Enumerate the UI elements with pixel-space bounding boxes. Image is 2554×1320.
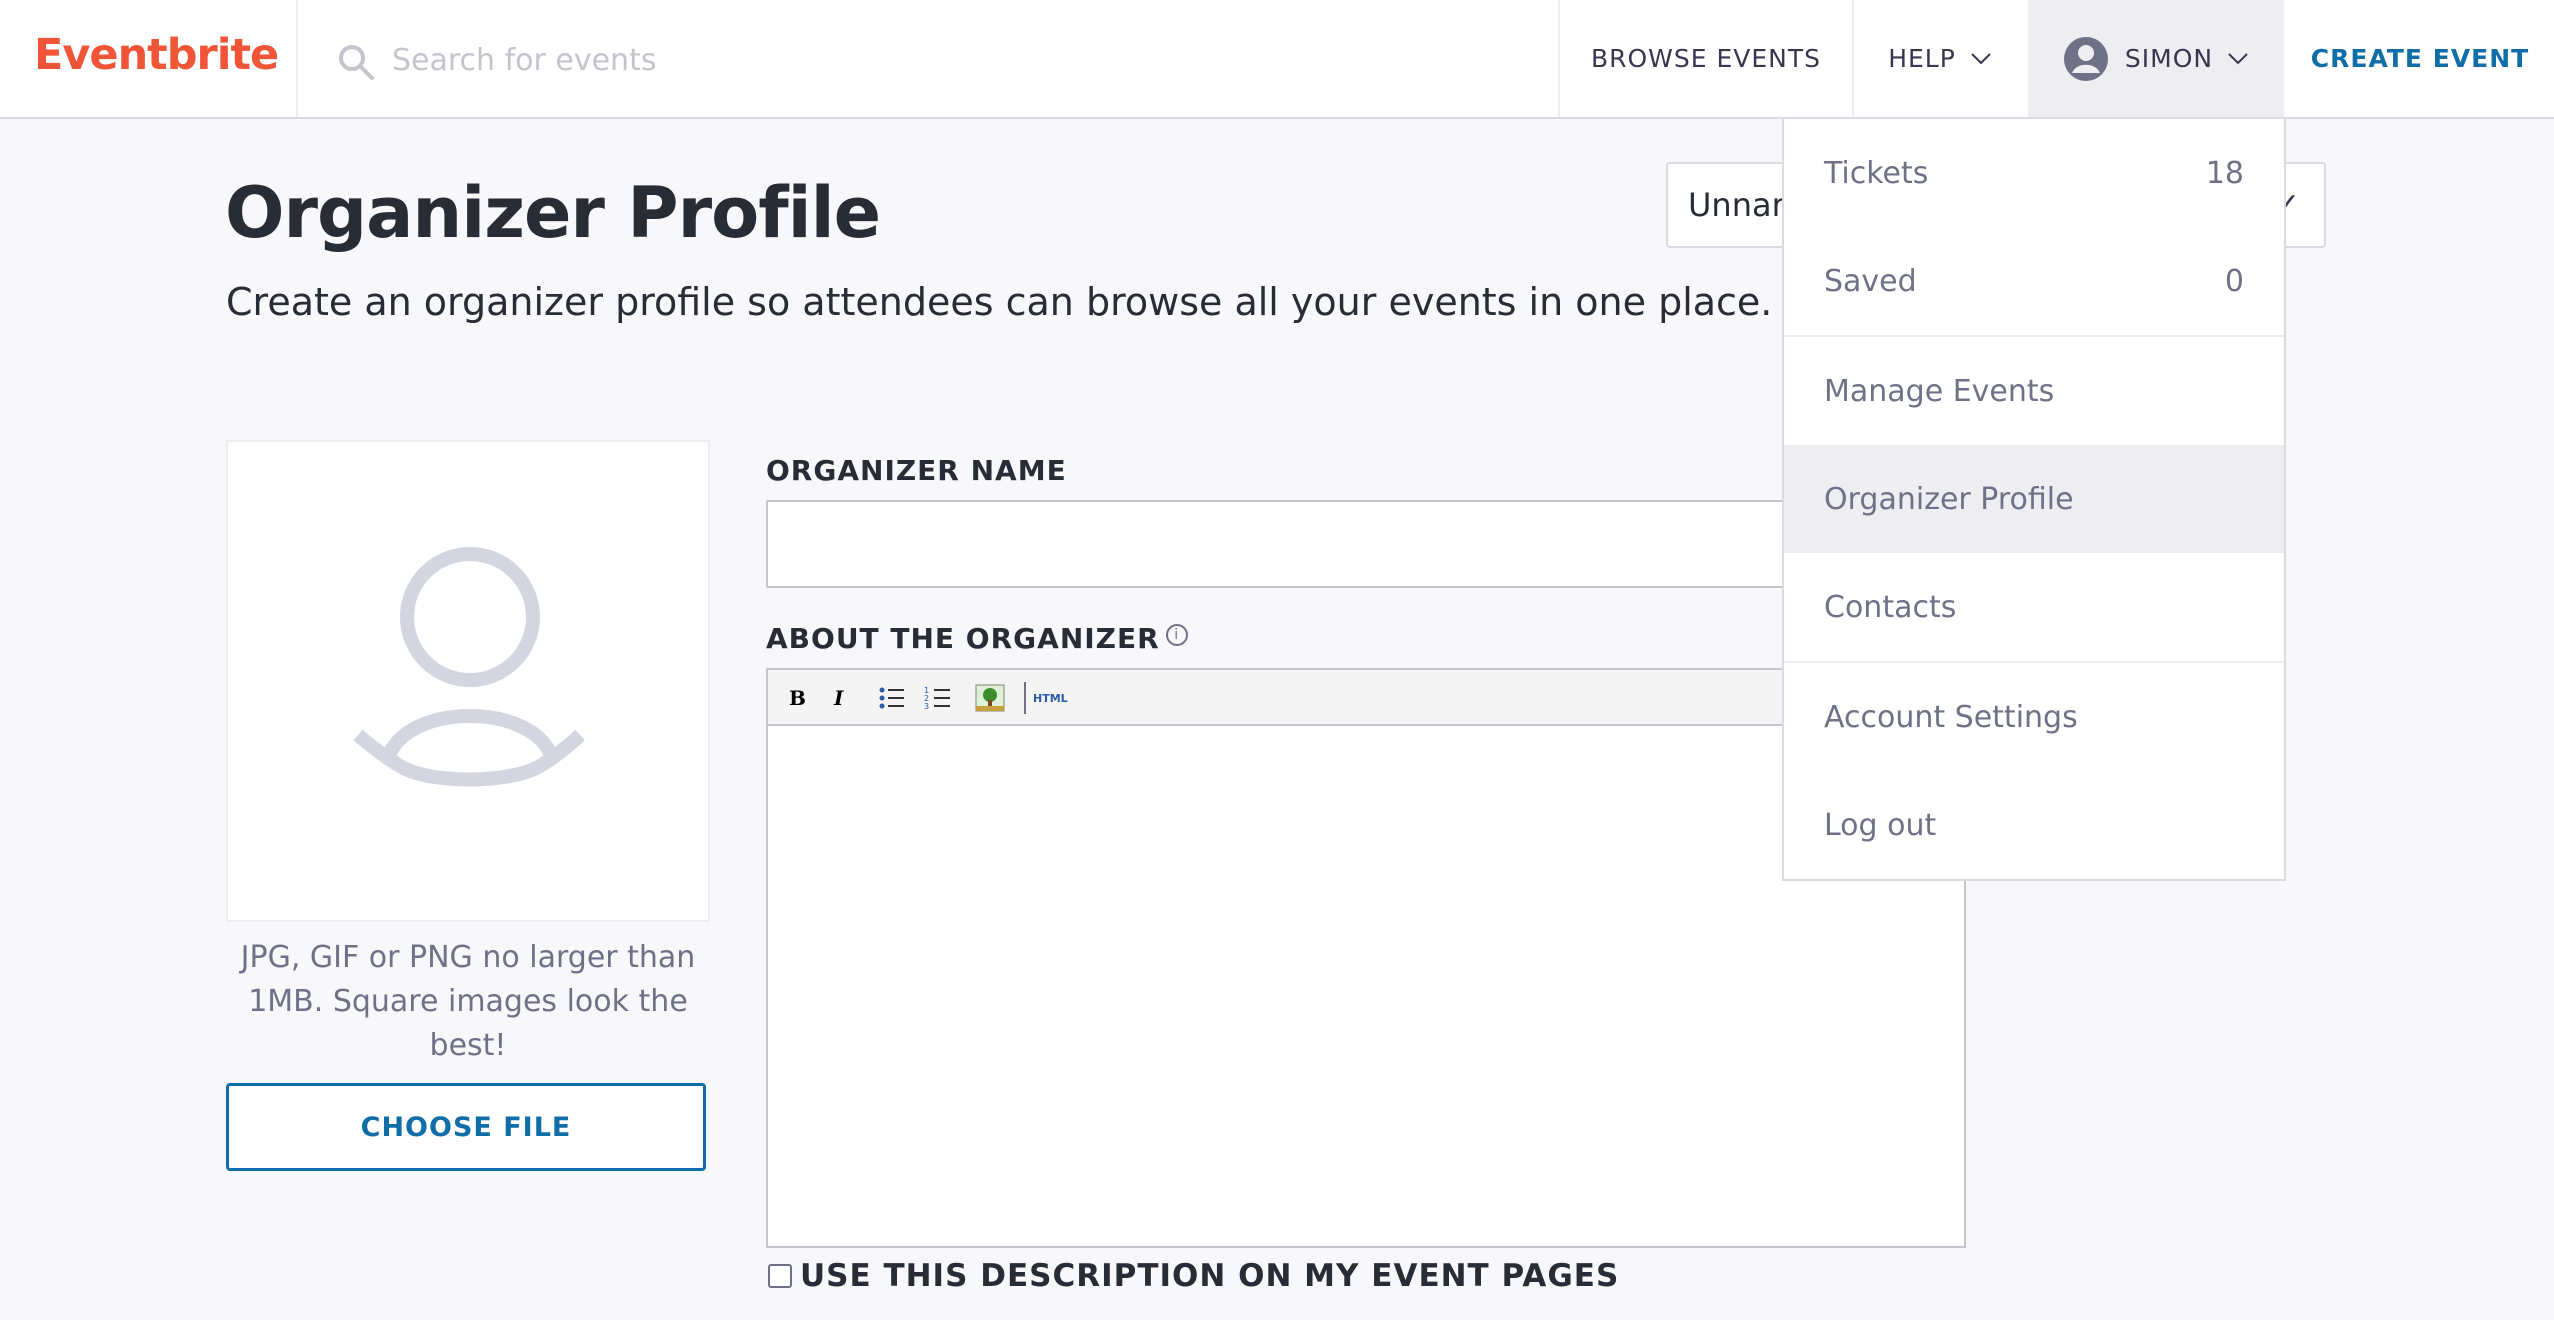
saved-count: 0: [2224, 263, 2244, 299]
user-placeholder-icon: [353, 547, 585, 787]
search-input[interactable]: [392, 30, 1492, 90]
menu-item-label: Tickets: [1824, 155, 1929, 191]
insert-image-icon[interactable]: [970, 680, 1010, 716]
html-icon[interactable]: HTML: [1032, 680, 1072, 716]
info-icon[interactable]: i: [1165, 624, 1188, 646]
browse-events-label: BROWSE EVENTS: [1590, 44, 1822, 73]
page-subtitle: Create an organizer profile so attendees…: [226, 280, 1773, 324]
image-upload-hint: JPG, GIF or PNG no larger than 1MB. Squa…: [240, 940, 696, 1063]
italic-icon[interactable]: I: [820, 680, 860, 716]
svg-text:3: 3: [924, 702, 929, 711]
user-name-label: SIMON: [2124, 44, 2214, 73]
menu-item-manage-events[interactable]: Manage Events: [1784, 337, 2284, 445]
menu-item-organizer-profile[interactable]: Organizer Profile: [1784, 445, 2284, 553]
menu-item-label: Contacts: [1824, 589, 1957, 625]
chevron-down-icon: [2228, 52, 2248, 64]
use-description-label[interactable]: USE THIS DESCRIPTION ON MY EVENT PAGES: [800, 1258, 1619, 1294]
menu-item-log-out[interactable]: Log out: [1784, 771, 2284, 879]
chevron-down-icon: [1971, 52, 1991, 64]
choose-file-button[interactable]: CHOOSE FILE: [226, 1083, 706, 1171]
menu-item-label: Manage Events: [1824, 373, 2055, 409]
tickets-count: 18: [2205, 155, 2244, 191]
organizer-name-label: ORGANIZER NAME: [766, 454, 1067, 487]
menu-item-tickets[interactable]: Tickets 18: [1784, 119, 2284, 227]
menu-item-label: Account Settings: [1824, 699, 2078, 735]
search-icon: [339, 45, 374, 80]
numbered-list-icon[interactable]: 1 2 3: [918, 680, 958, 716]
user-dropdown-menu: Tickets 18 Saved 0 Manage Events Organiz…: [1782, 119, 2286, 881]
create-event-link[interactable]: CREATE EVENT: [2286, 0, 2554, 117]
menu-item-label: Saved: [1824, 263, 1917, 299]
avatar-icon: [2063, 36, 2108, 81]
help-label: HELP: [1888, 44, 1956, 73]
top-nav-bar: Eventbrite BROWSE EVENTS HELP SIMON CREA…: [0, 0, 2554, 119]
menu-item-account-settings[interactable]: Account Settings: [1784, 663, 2284, 771]
nav-divider: [296, 0, 298, 117]
menu-item-label: Organizer Profile: [1824, 481, 2074, 517]
choose-file-label: CHOOSE FILE: [360, 1111, 572, 1143]
profile-select-value: Unnar: [1688, 186, 1785, 224]
svg-text:HTML: HTML: [1033, 692, 1068, 705]
menu-item-contacts[interactable]: Contacts: [1784, 553, 2284, 661]
svg-text:B: B: [789, 687, 806, 709]
toolbar-divider: [1024, 682, 1026, 714]
menu-item-saved[interactable]: Saved 0: [1784, 227, 2284, 335]
bold-icon[interactable]: B: [776, 680, 816, 716]
eventbrite-logo[interactable]: Eventbrite: [34, 30, 279, 80]
help-menu-button[interactable]: HELP: [1854, 0, 2026, 117]
use-description-checkbox[interactable]: [768, 1264, 792, 1288]
about-organizer-heading: ABOUT THE ORGANIZER i: [766, 622, 1188, 655]
organizer-image-placeholder[interactable]: [226, 440, 710, 922]
browse-events-link[interactable]: BROWSE EVENTS: [1560, 0, 1852, 117]
svg-text:I: I: [833, 687, 844, 709]
create-event-label: CREATE EVENT: [2310, 44, 2530, 73]
about-organizer-label: ABOUT THE ORGANIZER: [766, 622, 1160, 655]
user-menu-button[interactable]: SIMON: [2028, 0, 2284, 117]
menu-item-label: Log out: [1824, 807, 1937, 843]
bulleted-list-icon[interactable]: [872, 680, 912, 716]
page-title: Organizer Profile: [225, 172, 881, 254]
